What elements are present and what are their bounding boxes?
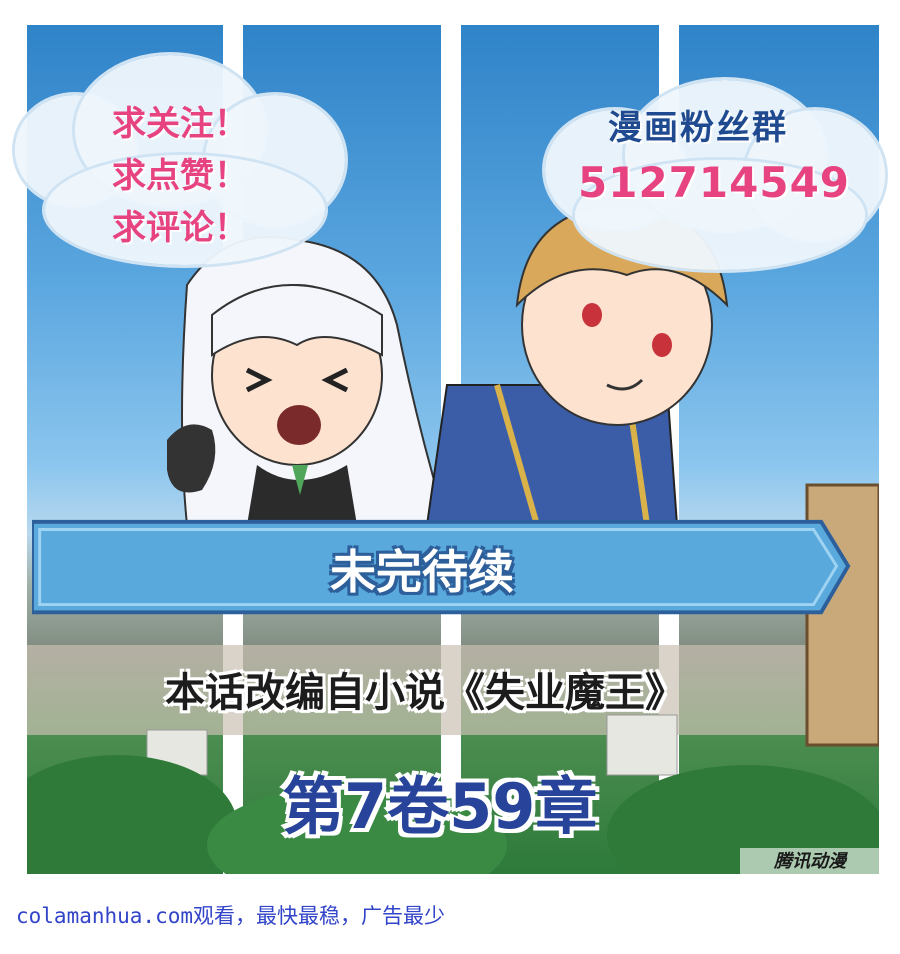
publisher-watermark: 腾讯动漫	[740, 848, 880, 876]
appeal-line-comment: 求评论！	[112, 208, 248, 248]
to-be-continued-label: 未完待续	[330, 545, 514, 599]
follow-appeal-text: 求关注！ 求点赞！ 求评论！	[112, 98, 302, 254]
appeal-line-like: 求点赞！	[112, 156, 248, 196]
appeal-line-follow: 求关注！	[112, 104, 248, 144]
site-footer-text[interactable]: colamanhua.com观看，最快最稳，广告最少	[16, 900, 445, 930]
novel-source-text: 本话改编自小说《失业魔王》	[165, 669, 685, 716]
fan-group-title: 漫画粉丝群	[608, 108, 788, 148]
fan-group-number: 512714549	[578, 158, 851, 207]
chapter-number: 第7卷59章	[282, 770, 598, 843]
